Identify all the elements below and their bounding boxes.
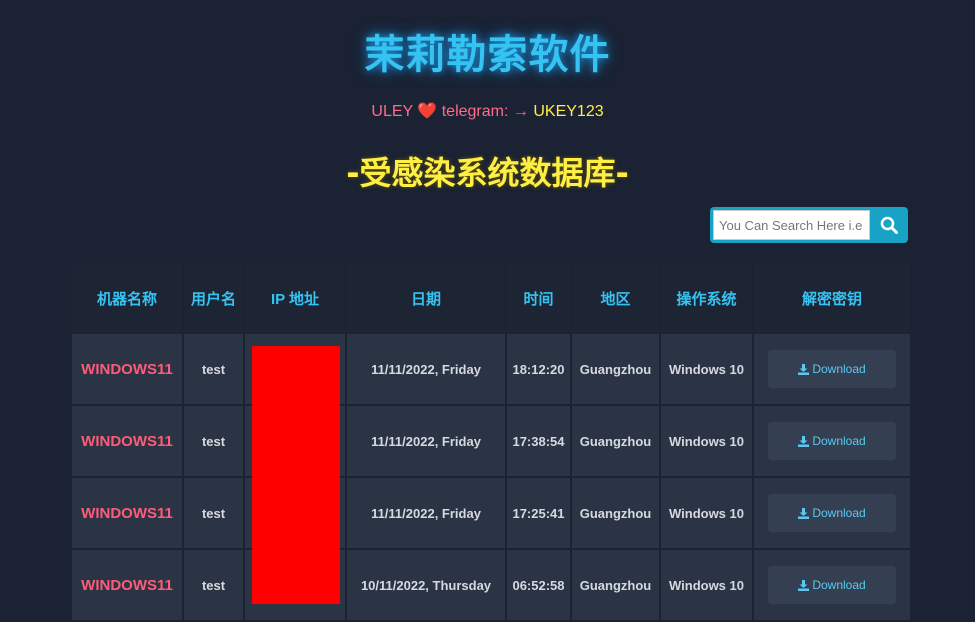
download-button[interactable]: Download: [768, 494, 896, 532]
date-cell: 11/11/2022, Friday: [347, 478, 505, 548]
time-cell: 06:52:58: [507, 550, 570, 620]
machine-name: WINDOWS11: [72, 550, 182, 620]
column-header-machine: 机器名称: [72, 264, 182, 332]
download-label: Download: [812, 506, 866, 520]
download-icon: [798, 507, 810, 519]
user-name: test: [184, 406, 243, 476]
time-cell: 17:25:41: [507, 478, 570, 548]
key-cell: Download: [754, 334, 910, 404]
time-cell: 17:38:54: [507, 406, 570, 476]
column-header-key: 解密密钥: [754, 264, 910, 332]
download-button[interactable]: Download: [768, 350, 896, 388]
telegram-handle[interactable]: UKEY123: [533, 103, 603, 120]
download-icon: [798, 579, 810, 591]
machine-name: WINDOWS11: [72, 406, 182, 476]
arrow-icon: →: [512, 103, 529, 120]
user-name: test: [184, 550, 243, 620]
contact-prefix: ULEY: [371, 103, 413, 120]
table-header-row: 机器名称 用户名 IP 地址 日期 时间 地区 操作系统 解密密钥: [72, 264, 910, 332]
region-cell: Guangzhou: [572, 334, 659, 404]
region-cell: Guangzhou: [572, 406, 659, 476]
table-row: WINDOWS11 test 10/11/2022, Thursday 06:5…: [72, 550, 910, 620]
search-input[interactable]: [713, 210, 870, 240]
column-header-ip: IP 地址: [245, 264, 345, 332]
table-row: WINDOWS11 test 11/11/2022, Friday 17:38:…: [72, 406, 910, 476]
column-header-user: 用户名: [184, 264, 243, 332]
user-name: test: [184, 334, 243, 404]
download-label: Download: [812, 578, 866, 592]
time-cell: 18:12:20: [507, 334, 570, 404]
download-icon: [798, 363, 810, 375]
region-cell: Guangzhou: [572, 478, 659, 548]
table-row: WINDOWS11 test 11/11/2022, Friday 18:12:…: [72, 334, 910, 404]
download-icon: [798, 435, 810, 447]
download-button[interactable]: Download: [768, 566, 896, 604]
ip-redaction-block: [252, 346, 340, 604]
download-label: Download: [812, 434, 866, 448]
key-cell: Download: [754, 550, 910, 620]
user-name: test: [184, 478, 243, 548]
search-button[interactable]: [872, 210, 906, 240]
telegram-label: telegram:: [441, 103, 509, 120]
infected-systems-table: 机器名称 用户名 IP 地址 日期 时间 地区 操作系统 解密密钥 WINDOW…: [70, 262, 912, 622]
search-icon: [880, 216, 898, 234]
search-box: [710, 207, 908, 243]
os-cell: Windows 10: [661, 550, 752, 620]
os-cell: Windows 10: [661, 406, 752, 476]
contact-line: ULEY ❤️ telegram: → UKEY123: [0, 101, 975, 121]
key-cell: Download: [754, 406, 910, 476]
page-title: 茉莉勒索软件: [364, 32, 611, 78]
date-cell: 11/11/2022, Friday: [347, 406, 505, 476]
region-cell: Guangzhou: [572, 550, 659, 620]
section-heading: -受感染系统数据库-: [346, 154, 629, 192]
column-header-os: 操作系统: [661, 264, 752, 332]
date-cell: 10/11/2022, Thursday: [347, 550, 505, 620]
download-button[interactable]: Download: [768, 422, 896, 460]
table-row: WINDOWS11 test 11/11/2022, Friday 17:25:…: [72, 478, 910, 548]
column-header-region: 地区: [572, 264, 659, 332]
date-cell: 11/11/2022, Friday: [347, 334, 505, 404]
key-cell: Download: [754, 478, 910, 548]
download-label: Download: [812, 362, 866, 376]
column-header-date: 日期: [347, 264, 505, 332]
column-header-time: 时间: [507, 264, 570, 332]
machine-name: WINDOWS11: [72, 334, 182, 404]
heart-icon: ❤️: [417, 103, 438, 120]
os-cell: Windows 10: [661, 478, 752, 548]
machine-name: WINDOWS11: [72, 478, 182, 548]
os-cell: Windows 10: [661, 334, 752, 404]
